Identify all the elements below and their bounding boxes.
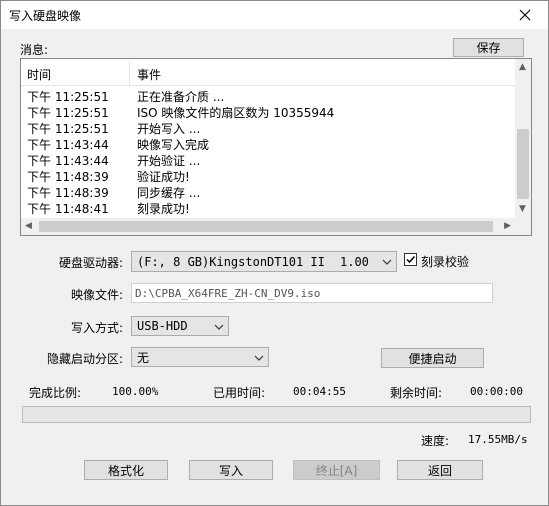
log-row[interactable]: 下午 11:25:51 开始写入 ... <box>21 119 516 136</box>
horizontal-scroll-thumb[interactable] <box>39 221 493 232</box>
horizontal-scrollbar[interactable]: ◀ ▶ <box>21 218 515 235</box>
log-header: 时间 事件 <box>21 62 516 86</box>
message-log[interactable]: 时间 事件 下午 11:25:51 正在准备介质 ... 下午 11:25:51 IS… <box>20 58 532 236</box>
quick-boot-button[interactable]: 便捷启动 <box>381 348 484 368</box>
image-file-label: 映像文件: <box>71 288 124 302</box>
log-row-time: 下午 11:48:41 <box>27 202 109 216</box>
scroll-left-icon[interactable]: ◀ <box>25 222 32 231</box>
log-row-event: 刻录成功! <box>137 202 190 216</box>
write-mode-value: USB-HDD <box>137 319 188 333</box>
scroll-right-icon[interactable]: ▶ <box>504 222 511 231</box>
checkmark-icon <box>406 255 416 264</box>
remaining-value: 00:00:00 <box>470 385 523 398</box>
completion-label: 完成比例: <box>29 386 82 400</box>
drive-version: 1.00 <box>340 255 369 269</box>
write-mode-label: 写入方式: <box>71 321 124 335</box>
log-row[interactable]: 下午 11:25:51 ISO 映像文件的扇区数为 10355944 <box>21 103 516 120</box>
vertical-scroll-thumb[interactable] <box>517 129 529 199</box>
chevron-down-icon <box>382 259 392 265</box>
progress-bar <box>22 406 531 423</box>
close-icon <box>519 9 531 21</box>
drive-select[interactable]: (F:, 8 GB)KingstonDT101 II 1.00 <box>131 251 397 272</box>
log-row[interactable]: 下午 11:48:41 刻录成功! <box>21 199 516 216</box>
chevron-down-icon <box>214 324 224 330</box>
hidden-partition-value: 无 <box>137 350 150 365</box>
image-file-input[interactable]: D:\CPBA_X64FRE_ZH-CN_DV9.iso <box>131 283 493 303</box>
log-row[interactable]: 下午 11:25:51 正在准备介质 ... <box>21 87 516 104</box>
format-button[interactable]: 格式化 <box>84 460 168 480</box>
chevron-down-icon <box>254 355 264 361</box>
log-rows: 下午 11:25:51 正在准备介质 ... 下午 11:25:51 ISO 映像文件… <box>21 87 516 216</box>
hidden-partition-select[interactable]: 无 <box>131 347 269 367</box>
column-header-event[interactable]: 事件 <box>137 66 161 83</box>
title-bar: 写入硬盘映像 <box>1 1 548 29</box>
column-header-time[interactable]: 时间 <box>27 66 51 83</box>
close-button[interactable] <box>508 3 542 27</box>
hidden-partition-label: 隐藏启动分区: <box>47 352 124 366</box>
completion-value: 100.00% <box>112 385 159 398</box>
speed-value: 17.55MB/s <box>468 433 528 446</box>
write-mode-select[interactable]: USB-HDD <box>131 316 229 336</box>
write-disk-image-dialog: 写入硬盘映像 消息: 保存 时间 事件 下午 11:25:51 正在准备介质 ..… <box>0 0 549 506</box>
stop-button[interactable]: 终止[A] <box>293 460 380 480</box>
back-button[interactable]: 返回 <box>397 460 483 480</box>
verify-label[interactable]: 刻录校验 <box>421 253 469 270</box>
remaining-label: 剩余时间: <box>390 386 443 400</box>
scrollbar-corner <box>515 218 531 235</box>
drive-select-value: (F:, 8 GB)KingstonDT101 II <box>137 254 325 269</box>
drive-label: 硬盘驱动器: <box>59 256 124 270</box>
save-button[interactable]: 保存 <box>453 38 524 57</box>
window-title: 写入硬盘映像 <box>9 9 82 23</box>
messages-label: 消息: <box>20 43 49 57</box>
speed-label: 速度: <box>421 434 450 448</box>
vertical-scrollbar[interactable]: ▲ ▼ <box>515 59 531 218</box>
write-button[interactable]: 写入 <box>189 460 273 480</box>
log-row[interactable]: 下午 11:43:44 开始验证 ... <box>21 151 516 168</box>
scroll-down-icon[interactable]: ▼ <box>519 205 526 214</box>
scroll-up-icon[interactable]: ▲ <box>519 63 526 72</box>
elapsed-value: 00:04:55 <box>293 385 346 398</box>
elapsed-label: 已用时间: <box>213 386 266 400</box>
column-divider[interactable] <box>129 62 130 86</box>
log-row[interactable]: 下午 11:48:39 验证成功! <box>21 167 516 184</box>
verify-checkbox[interactable] <box>404 253 417 266</box>
progress-fill <box>23 407 530 422</box>
log-row[interactable]: 下午 11:43:44 映像写入完成 <box>21 135 516 152</box>
log-row[interactable]: 下午 11:48:39 同步缓存 ... <box>21 183 516 200</box>
